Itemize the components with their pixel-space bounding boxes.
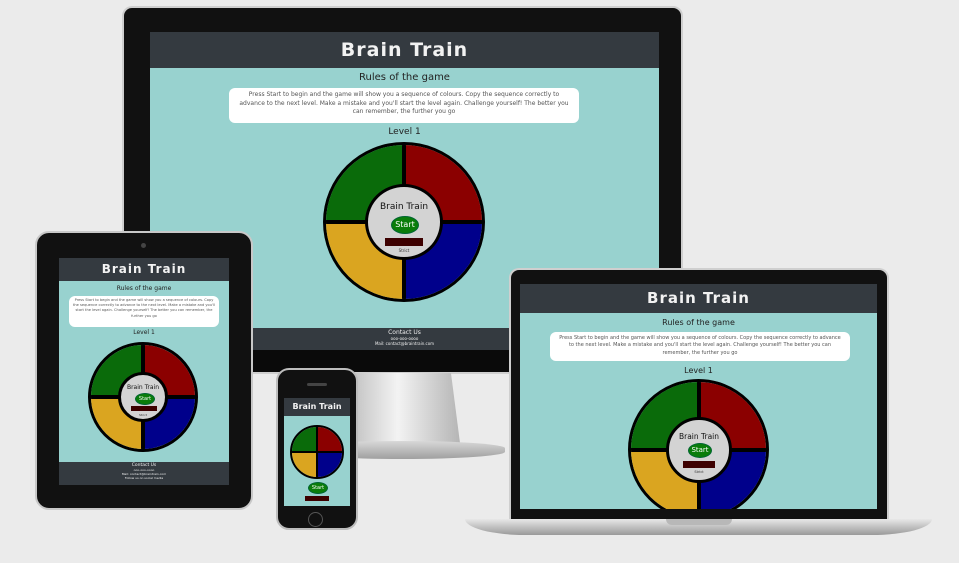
level-display bbox=[385, 238, 423, 246]
start-button[interactable]: Start bbox=[308, 482, 328, 494]
game-board: Brain Train Start Strict bbox=[628, 379, 769, 509]
level-display bbox=[305, 496, 329, 501]
desktop-monitor-stand bbox=[347, 373, 460, 443]
site-title: Brain Train bbox=[647, 289, 750, 307]
green-pad[interactable] bbox=[292, 427, 317, 452]
game-board: Brain Train Start Strict bbox=[88, 342, 198, 452]
game-board bbox=[290, 425, 344, 479]
site-header: Brain Train bbox=[284, 398, 350, 416]
start-button[interactable]: Start bbox=[688, 443, 712, 458]
blue-pad[interactable] bbox=[317, 452, 342, 477]
site-title: Brain Train bbox=[340, 39, 469, 61]
level-display bbox=[131, 406, 157, 411]
site-header: Brain Train bbox=[520, 284, 877, 313]
site-title: Brain Train bbox=[292, 402, 342, 411]
rules-text-box: Press Start to begin and the game will s… bbox=[229, 88, 579, 123]
control-hub: Brain Train Start Strict bbox=[365, 184, 443, 260]
tablet-camera bbox=[141, 243, 146, 248]
control-hub: Brain Train Start Strict bbox=[666, 417, 732, 483]
phone-home-button bbox=[308, 512, 323, 527]
rules-text-box: Press Start to begin and the game will s… bbox=[69, 296, 219, 327]
rules-text-box: Press Start to begin and the game will s… bbox=[550, 332, 850, 361]
rules-heading: Rules of the game bbox=[116, 285, 172, 292]
hub-title: Brain Train bbox=[126, 384, 160, 391]
site-header: Brain Train bbox=[59, 258, 229, 281]
footer-social[interactable]: Follow us on social media bbox=[59, 476, 229, 480]
hub-title: Brain Train bbox=[678, 432, 720, 441]
phone-speaker bbox=[307, 383, 327, 386]
strict-toggle[interactable]: Strict bbox=[669, 470, 729, 474]
game-board: Brain Train Start Strict bbox=[323, 142, 485, 302]
rules-heading: Rules of the game bbox=[359, 72, 450, 83]
yellow-pad[interactable] bbox=[292, 452, 317, 477]
phone-screen: Brain Train Start bbox=[284, 398, 350, 506]
level-indicator: Level 1 bbox=[684, 366, 713, 375]
tablet-screen: Brain Train Rules of the game Press Star… bbox=[59, 258, 229, 485]
site-header: Brain Train bbox=[150, 32, 659, 68]
start-button[interactable]: Start bbox=[135, 393, 155, 405]
level-indicator: Level 1 bbox=[133, 329, 155, 336]
rules-text: Press Start to begin and the game will s… bbox=[239, 91, 569, 116]
laptop-notch bbox=[666, 519, 732, 525]
red-pad[interactable] bbox=[317, 427, 342, 452]
rules-text: Press Start to begin and the game will s… bbox=[559, 335, 841, 356]
site-title: Brain Train bbox=[101, 262, 187, 276]
rules-heading: Rules of the game bbox=[662, 318, 735, 327]
control-hub: Brain Train Start Strict bbox=[118, 372, 168, 422]
strict-toggle[interactable]: Strict bbox=[121, 413, 165, 417]
rules-text: Press Start to begin and the game will s… bbox=[73, 298, 215, 318]
level-display bbox=[683, 461, 715, 468]
laptop-screen: Brain Train Rules of the game Press Star… bbox=[520, 284, 877, 509]
level-indicator: Level 1 bbox=[388, 127, 421, 137]
strict-toggle[interactable]: Strict bbox=[368, 248, 440, 253]
start-button[interactable]: Start bbox=[391, 216, 419, 234]
hub-title: Brain Train bbox=[379, 202, 429, 212]
site-footer: Contact Us ooo-ooo-oooo Mail: contact@br… bbox=[59, 462, 229, 485]
